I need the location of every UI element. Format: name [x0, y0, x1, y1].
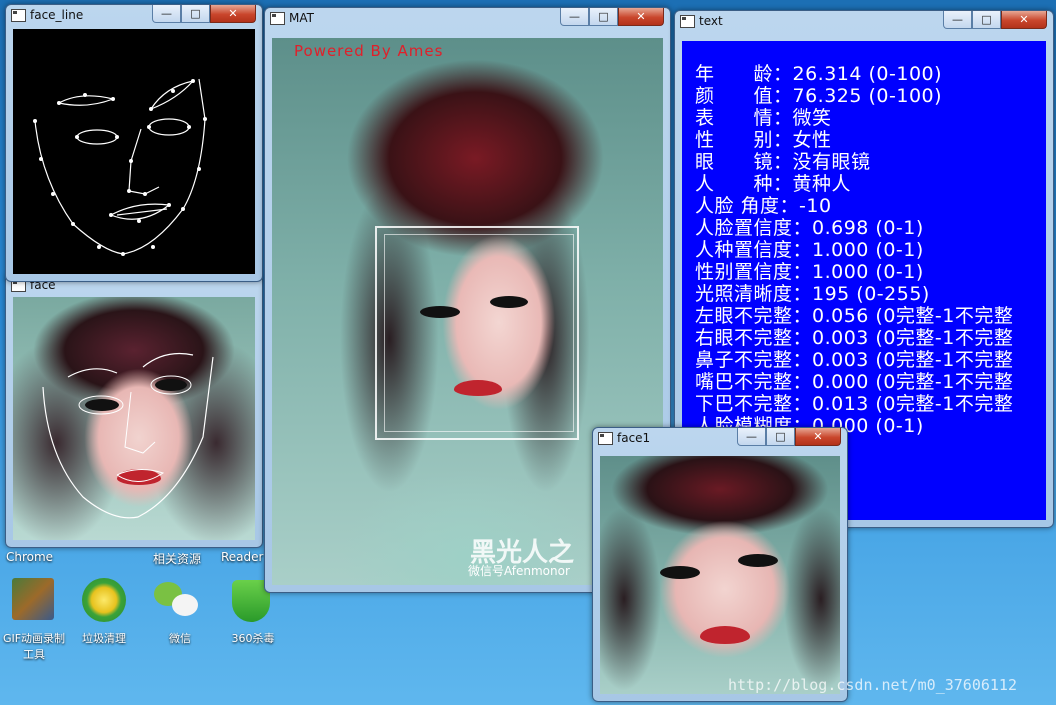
close-button[interactable]: ✕ — [618, 8, 664, 26]
crop-eye-left — [660, 566, 700, 579]
maximize-button[interactable]: □ — [972, 11, 1001, 29]
desktop-icon-gif-recorder[interactable]: GIF动画录制 工具 — [2, 578, 66, 661]
title-bar[interactable]: text — □ ✕ — [675, 11, 1053, 35]
desktop-icon-label: 微信 — [169, 632, 191, 645]
title-bar[interactable]: face1 — □ ✕ — [593, 428, 847, 452]
window-title: MAT — [289, 11, 314, 25]
desktop-icon-label: GIF动画录制 工具 — [2, 632, 66, 661]
title-bar[interactable]: face_line — □ ✕ — [6, 5, 262, 29]
maximize-button[interactable]: □ — [589, 8, 618, 26]
blog-watermark: http://blog.csdn.net/m0_37606112 — [728, 676, 1017, 694]
desktop-label-resources[interactable]: 相关资源 — [153, 550, 201, 567]
desktop-icon-cleaner[interactable]: 垃圾清理 — [74, 578, 134, 648]
maximize-button[interactable]: □ — [766, 428, 795, 446]
window-icon — [598, 432, 613, 445]
face-detection-box-inner — [384, 234, 574, 432]
face1-window[interactable]: face1 — □ ✕ — [592, 427, 848, 702]
desktop-icon-label: 垃圾清理 — [82, 632, 126, 645]
desktop-label-reader[interactable]: Reader — [221, 550, 263, 564]
crop-eye-right — [738, 554, 778, 567]
desktop-label-chrome[interactable]: Chrome — [6, 550, 53, 564]
window-title: text — [699, 14, 723, 28]
maximize-button[interactable]: □ — [181, 5, 210, 23]
window-title: face1 — [617, 431, 651, 445]
face-line-window[interactable]: face_line — □ ✕ — [5, 4, 263, 282]
desktop-icon-label: 360杀毒 — [231, 632, 275, 645]
window-icon — [11, 9, 26, 22]
minimize-button[interactable]: — — [943, 11, 972, 29]
close-button[interactable]: ✕ — [795, 428, 841, 446]
window-controls: — □ ✕ — [152, 5, 256, 23]
face-window[interactable]: face — [5, 274, 263, 548]
window-controls: — □ ✕ — [560, 8, 664, 26]
window-icon — [270, 12, 285, 25]
landmark-line-drawing — [33, 78, 207, 256]
minimize-button[interactable]: — — [560, 8, 589, 26]
cleaner-icon — [82, 578, 126, 622]
landmark-overlay — [42, 352, 214, 519]
close-button[interactable]: ✕ — [210, 5, 256, 23]
minimize-button[interactable]: — — [737, 428, 766, 446]
face-line-canvas — [13, 29, 255, 274]
watermark-wechat: 微信号Afenmonor — [468, 564, 570, 578]
face1-image — [600, 456, 840, 694]
powered-by-overlay: Powered By Ames — [294, 42, 444, 60]
title-bar[interactable]: MAT — □ ✕ — [265, 8, 670, 32]
wechat-icon-bubble — [172, 594, 198, 616]
opera-face-crop-picture — [600, 456, 840, 694]
window-controls: — □ ✕ — [943, 11, 1047, 29]
window-title: face_line — [30, 8, 84, 22]
close-button[interactable]: ✕ — [1001, 11, 1047, 29]
gif-recorder-icon — [12, 578, 54, 620]
crop-lips — [700, 626, 750, 644]
face-image — [13, 297, 255, 540]
desktop-icon-wechat[interactable]: 微信 — [150, 578, 210, 648]
minimize-button[interactable]: — — [152, 5, 181, 23]
window-controls: — □ ✕ — [737, 428, 841, 446]
window-icon — [680, 15, 695, 28]
